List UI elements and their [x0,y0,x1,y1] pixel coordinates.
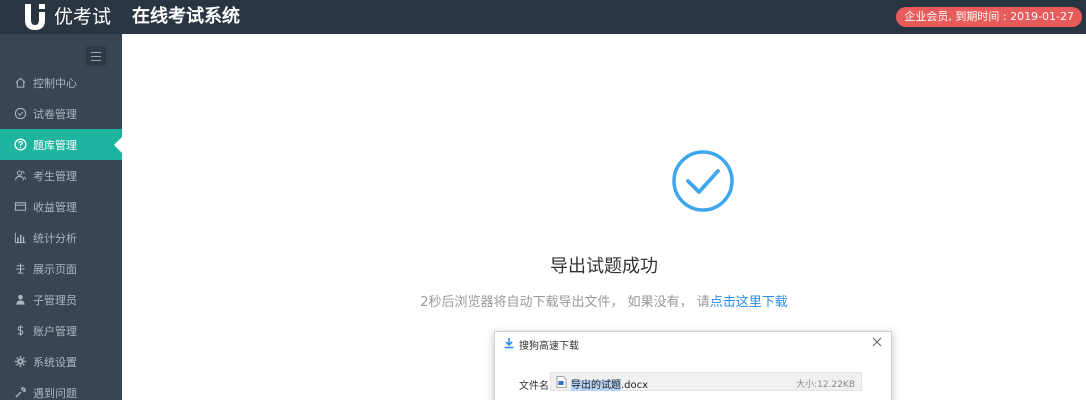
sidebar-item-display-pages[interactable]: 展示页面 [0,253,122,284]
sidebar-item-label: 展示页面 [33,262,77,276]
brand-name: 优考试 [54,6,112,28]
sidebar-item-control-center[interactable]: 控制中心 [0,67,122,98]
success-title: 导出试题成功 [550,256,658,277]
sidebar-item-question-bank[interactable]: 题库管理 [0,129,122,160]
file-name-input[interactable]: 导出的试题.docx 大小:12.22KB [550,372,862,391]
sidebar-nav: 控制中心 试卷管理 题库管理 考生管理 收益管理 统计分析 展示页面 子管理员 [0,67,122,400]
sidebar-item-label: 子管理员 [33,293,77,307]
member-expiry-badge[interactable]: 企业会员, 到期时间 : 2019-01-27 [896,7,1082,27]
sidebar: 控制中心 试卷管理 题库管理 考生管理 收益管理 统计分析 展示页面 子管理员 [0,34,122,400]
file-size: 大小:12.22KB [796,380,855,390]
dialog-title: 搜狗高速下载 [519,341,579,352]
display-icon [14,262,27,275]
document-icon [556,376,567,388]
check-circle-icon [14,107,27,120]
home-icon [14,76,27,89]
admin-icon [14,293,27,306]
sidebar-item-account[interactable]: 账户管理 [0,315,122,346]
top-header: 优考试 在线考试系统 企业会员, 到期时间 : 2019-01-27 [0,0,1086,34]
menu-toggle-button[interactable] [86,46,106,66]
sidebar-item-label: 统计分析 [33,231,77,245]
gear-icon [14,355,27,368]
download-here-link[interactable]: 点击这里下载 [710,295,788,310]
sidebar-item-exam-papers[interactable]: 试卷管理 [0,98,122,129]
download-dialog: 搜狗高速下载 文件名 导出的试题.docx 大小:12.22KB [494,331,892,400]
sidebar-item-label: 考生管理 [33,169,77,183]
sidebar-item-label: 遇到问题 [33,386,77,400]
logo-icon [25,4,45,30]
sidebar-item-label: 系统设置 [33,355,77,369]
dollar-icon [14,324,27,337]
dialog-header: 搜狗高速下载 [495,332,891,356]
sidebar-item-label: 收益管理 [33,200,77,214]
card-icon [14,200,27,213]
success-description: 2秒后浏览器将自动下载导出文件， 如果没有， 请点击这里下载 [122,291,1086,310]
sidebar-item-label: 账户管理 [33,324,77,338]
question-circle-icon [14,138,27,151]
file-name-extension: .docx [621,380,649,391]
success-check-icon [672,150,734,212]
file-name-value: 导出的试题.docx [571,376,648,391]
sidebar-item-label: 试卷管理 [33,107,77,121]
success-description-text: 2秒后浏览器将自动下载导出文件， 如果没有， 请 [420,295,710,310]
download-icon [504,338,514,349]
bar-chart-icon [14,231,27,244]
close-icon[interactable] [871,336,883,348]
sidebar-item-candidates[interactable]: 考生管理 [0,160,122,191]
sidebar-item-statistics[interactable]: 统计分析 [0,222,122,253]
sidebar-item-label: 控制中心 [33,76,77,90]
app-title: 在线考试系统 [132,6,240,27]
sidebar-item-help[interactable]: 遇到问题 [0,377,122,400]
sidebar-item-revenue[interactable]: 收益管理 [0,191,122,222]
sidebar-item-label: 题库管理 [33,138,77,152]
sidebar-item-sub-admins[interactable]: 子管理员 [0,284,122,315]
file-name-label: 文件名 [519,381,549,392]
sidebar-item-settings[interactable]: 系统设置 [0,346,122,377]
users-icon [14,169,27,182]
file-name-selected-text: 导出的试题 [571,380,621,391]
wrench-icon [14,386,27,399]
